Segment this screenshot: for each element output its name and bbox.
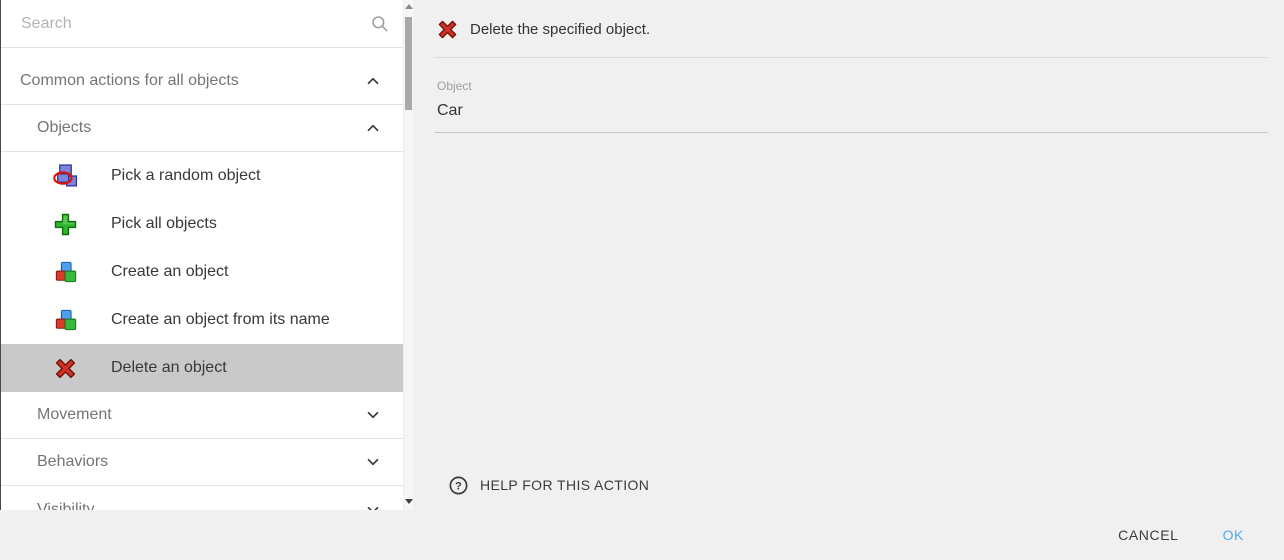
pick-all-objects-icon: [53, 212, 78, 237]
category-common-actions[interactable]: Common actions for all objects: [1, 58, 404, 105]
object-field-label: Object: [437, 79, 1268, 93]
category-objects[interactable]: Objects: [1, 105, 404, 152]
category-label: Movement: [37, 406, 112, 424]
object-field-underline: [435, 132, 1268, 133]
category-label: Common actions for all objects: [20, 72, 239, 90]
action-item-label: Pick all objects: [111, 215, 217, 233]
chevron-up-icon: [364, 72, 382, 90]
scrollbar-down-arrow-icon[interactable]: [405, 499, 413, 504]
help-button-label: HELP FOR THIS ACTION: [480, 477, 649, 493]
action-item-pick-random-object[interactable]: Pick a random object: [1, 152, 404, 200]
search-bar[interactable]: [1, 0, 404, 48]
action-title: Delete the specified object.: [470, 21, 650, 38]
object-field-value[interactable]: Car: [437, 102, 1268, 120]
category-movement[interactable]: Movement: [1, 392, 404, 439]
create-object-icon: [53, 308, 78, 333]
search-input[interactable]: [21, 15, 370, 33]
action-item-create-object-from-name[interactable]: Create an object from its name: [1, 296, 404, 344]
action-item-pick-all-objects[interactable]: Pick all objects: [1, 200, 404, 248]
delete-object-icon: [437, 19, 458, 40]
action-chooser-sidebar: Common actions for all objects Objects: [0, 0, 413, 510]
chevron-down-icon: [364, 406, 382, 424]
scrollbar-thumb[interactable]: [405, 17, 412, 110]
action-item-label: Pick a random object: [111, 167, 260, 185]
delete-object-icon: [53, 356, 78, 381]
scrollbar-up-arrow-icon[interactable]: [405, 4, 413, 9]
help-for-action-button[interactable]: ? HELP FOR THIS ACTION: [448, 467, 661, 503]
action-item-create-object[interactable]: Create an object: [1, 248, 404, 296]
action-item-label: Create an object: [111, 263, 228, 281]
action-item-label: Create an object from its name: [111, 311, 330, 329]
object-field[interactable]: Object Car: [413, 58, 1284, 120]
category-label: Behaviors: [37, 453, 108, 471]
search-icon: [370, 14, 389, 33]
action-item-delete-object[interactable]: Delete an object: [1, 344, 404, 392]
category-label: Visibility: [37, 501, 95, 511]
dialog-actions-bar: CANCEL OK: [0, 510, 1284, 560]
action-list: Common actions for all objects Objects: [1, 48, 404, 510]
create-object-icon: [53, 260, 78, 285]
action-editor-panel: Delete the specified object. Object Car …: [413, 0, 1284, 510]
svg-text:?: ?: [455, 480, 462, 492]
sidebar-scrollbar[interactable]: [403, 0, 413, 510]
action-item-label: Delete an object: [111, 359, 227, 377]
ok-button[interactable]: OK: [1207, 517, 1260, 553]
category-label: Objects: [37, 119, 91, 137]
help-icon: ?: [448, 475, 469, 496]
category-behaviors[interactable]: Behaviors: [1, 439, 404, 486]
category-visibility[interactable]: Visibility: [1, 486, 404, 510]
cancel-button[interactable]: CANCEL: [1102, 517, 1194, 553]
chevron-down-icon: [364, 453, 382, 471]
chevron-down-icon: [364, 501, 382, 511]
pick-random-object-icon: [53, 164, 78, 189]
chevron-up-icon: [364, 119, 382, 137]
action-header: Delete the specified object.: [413, 0, 1284, 40]
